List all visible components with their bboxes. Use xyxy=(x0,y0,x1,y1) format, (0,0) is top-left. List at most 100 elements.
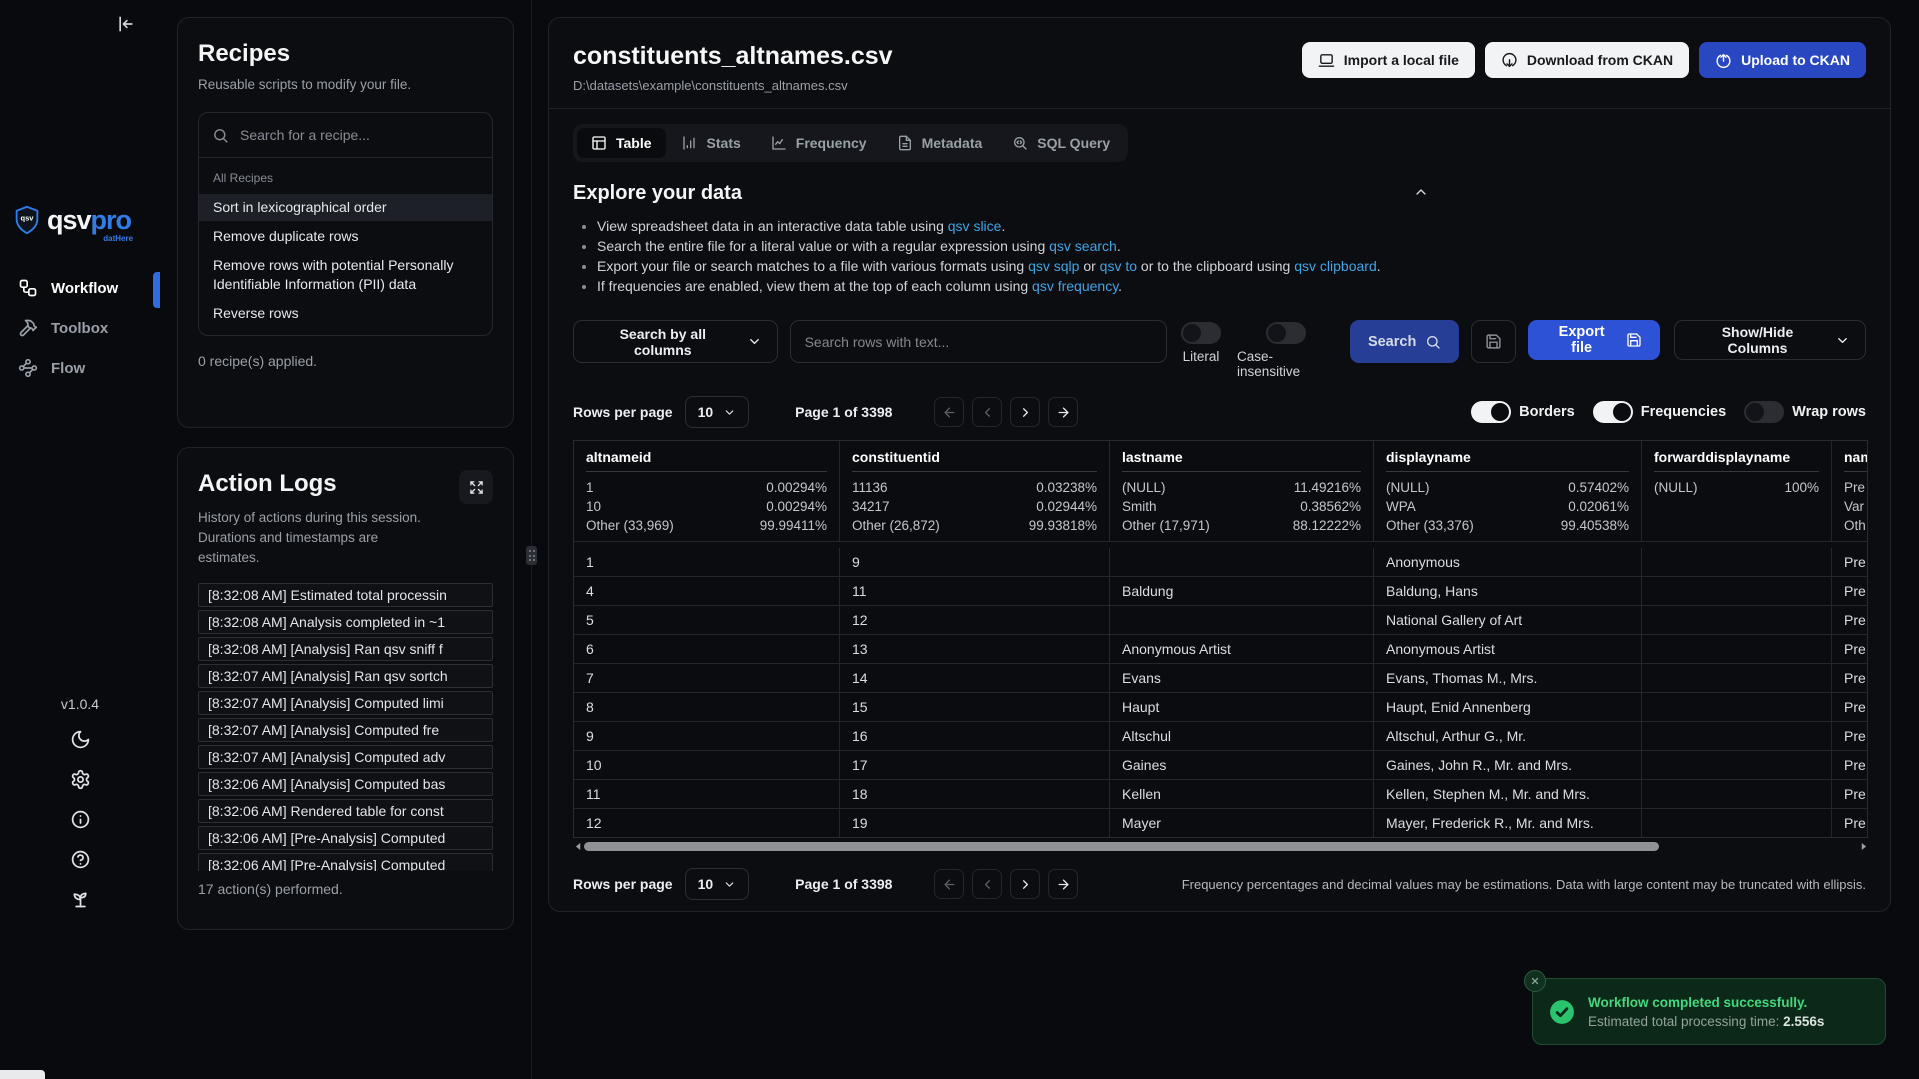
recipe-item[interactable]: Reverse rows xyxy=(199,300,492,327)
last-page-button[interactable] xyxy=(1048,397,1078,427)
first-page-button[interactable] xyxy=(934,869,964,899)
toast-close-button[interactable] xyxy=(1524,970,1546,992)
table-cell: 15 xyxy=(840,693,1110,721)
frequency-entry: Smith0.38562% xyxy=(1122,497,1361,516)
sidebar-item-workflow[interactable]: Workflow xyxy=(0,268,160,308)
sidebar-item-flow[interactable]: Flow xyxy=(0,348,160,388)
tab-table[interactable]: Table xyxy=(577,128,666,158)
qsv-command-link[interactable]: qsv to xyxy=(1100,258,1137,274)
frequency-value: Smith xyxy=(1122,497,1157,516)
download-from-ckan-button[interactable]: Download from CKAN xyxy=(1485,42,1689,78)
recipe-item[interactable]: Remove rows with potential Personally Id… xyxy=(199,252,492,298)
table-cell: Evans xyxy=(1110,664,1374,692)
table-row: 1118KellenKellen, Stephen M., Mr. and Mr… xyxy=(574,780,1867,809)
search-icon xyxy=(1425,334,1441,350)
whats-new-button[interactable] xyxy=(70,889,91,912)
table-cell: Altschul xyxy=(1110,722,1374,750)
qsv-command-link[interactable]: qsv slice xyxy=(948,218,1002,234)
qsv-command-link[interactable]: qsv sqlp xyxy=(1028,258,1079,274)
literal-toggle[interactable] xyxy=(1181,322,1221,344)
search-column-select[interactable]: Search by all columns xyxy=(573,320,778,363)
prev-page-button[interactable] xyxy=(972,397,1002,427)
table-cell: Pre xyxy=(1832,693,1868,721)
literal-label: Literal xyxy=(1183,349,1220,364)
frequency-entry: 10.00294% xyxy=(586,478,827,497)
moon-icon xyxy=(70,729,91,750)
tab-sql-query[interactable]: SQL Query xyxy=(998,128,1124,158)
recipe-search xyxy=(199,113,492,158)
bullet-text: . xyxy=(1377,258,1381,274)
borders-toggle[interactable] xyxy=(1471,401,1511,423)
search-rows-input[interactable] xyxy=(790,320,1167,363)
table-row: 1219MayerMayer, Frederick R., Mr. and Mr… xyxy=(574,809,1867,837)
chevron-left-icon xyxy=(980,877,995,892)
save-search-button[interactable] xyxy=(1471,320,1516,363)
upload-circle-icon xyxy=(1715,52,1732,69)
table-cell: Pre xyxy=(1832,577,1868,605)
table-cell: Anonymous Artist xyxy=(1374,635,1642,663)
panel-resize-handle[interactable] xyxy=(526,546,537,565)
actions-performed-count: 17 action(s) performed. xyxy=(198,881,493,897)
show-hide-columns-button[interactable]: Show/Hide Columns xyxy=(1674,320,1866,360)
scroll-left-arrow[interactable] xyxy=(573,841,583,852)
settings-button[interactable] xyxy=(70,769,91,792)
info-icon xyxy=(70,809,91,830)
import-local-file-button[interactable]: Import a local file xyxy=(1302,42,1475,78)
qsv-command-link[interactable]: qsv frequency xyxy=(1032,278,1118,294)
frequency-percent: 99.93818% xyxy=(1029,516,1097,535)
frequency-percent: 100% xyxy=(1784,478,1819,497)
expand-logs-button[interactable] xyxy=(459,470,493,504)
case-insensitive-toggle[interactable] xyxy=(1266,322,1306,344)
scroll-right-arrow[interactable] xyxy=(1858,841,1868,852)
save-icon xyxy=(1485,333,1502,350)
recipe-search-input[interactable] xyxy=(238,126,479,144)
first-page-button[interactable] xyxy=(934,397,964,427)
expand-icon xyxy=(469,480,484,495)
column-frequency-cell: lastname(NULL)11.49216%Smith0.38562%Othe… xyxy=(1110,441,1374,542)
qsv-command-link[interactable]: qsv search xyxy=(1049,238,1117,254)
next-page-button[interactable] xyxy=(1010,869,1040,899)
collapse-sidebar-button[interactable] xyxy=(112,10,140,41)
search-icon xyxy=(212,127,229,144)
table-cell: Kellen xyxy=(1110,780,1374,808)
bullet-text: Export your file or search matches to a … xyxy=(597,258,1028,274)
export-file-button[interactable]: Export file xyxy=(1528,320,1660,360)
recipe-item[interactable]: Remove duplicate rows xyxy=(199,223,492,250)
tab-frequency[interactable]: Frequency xyxy=(757,128,881,158)
chevron-left-icon xyxy=(980,405,995,420)
sidebar-item-toolbox[interactable]: Toolbox xyxy=(0,308,160,348)
table-cell: Evans, Thomas M., Mrs. xyxy=(1374,664,1642,692)
rows-per-page-select[interactable]: 10 xyxy=(685,868,750,900)
rows-per-page-select[interactable]: 10 xyxy=(685,396,750,428)
tab-stats[interactable]: Stats xyxy=(668,128,755,158)
wrap-rows-toggle[interactable] xyxy=(1744,401,1784,423)
next-page-button[interactable] xyxy=(1010,397,1040,427)
tab-metadata[interactable]: Metadata xyxy=(883,128,997,158)
tab-label: Stats xyxy=(707,135,741,151)
last-page-button[interactable] xyxy=(1048,869,1078,899)
data-table: altnameid10.00294%100.00294%Other (33,96… xyxy=(573,440,1868,838)
prev-page-button[interactable] xyxy=(972,869,1002,899)
search-button[interactable]: Search xyxy=(1350,320,1459,363)
chevron-down-icon xyxy=(723,878,736,891)
frequency-value: Var xyxy=(1844,497,1864,516)
info-button[interactable] xyxy=(70,809,91,832)
frequencies-toggle[interactable] xyxy=(1593,401,1633,423)
check-circle-icon xyxy=(1549,999,1575,1025)
scrollbar-thumb[interactable] xyxy=(584,842,1659,851)
table-cell: Pre xyxy=(1832,780,1868,808)
qsv-command-link[interactable]: qsv clipboard xyxy=(1294,258,1377,274)
explore-bullet: Export your file or search matches to a … xyxy=(597,256,1866,276)
recipe-item[interactable]: Sort in lexicographical order xyxy=(199,194,492,221)
dark-mode-button[interactable] xyxy=(70,729,91,752)
recipe-list-box: All Recipes Sort in lexicographical orde… xyxy=(198,112,493,336)
question-icon xyxy=(70,849,91,870)
help-button[interactable] xyxy=(70,849,91,872)
collapse-section-button[interactable] xyxy=(1413,184,1429,203)
frequency-entry: Other (33,376)99.40538% xyxy=(1386,516,1629,535)
explore-bullet: View spreadsheet data in an interactive … xyxy=(597,216,1866,236)
upload-to-ckan-button[interactable]: Upload to CKAN xyxy=(1699,42,1866,78)
frequency-value: 1 xyxy=(586,478,594,497)
bullet-text: If frequencies are enabled, view them at… xyxy=(597,278,1032,294)
borders-toggle-group: Borders xyxy=(1471,401,1575,423)
